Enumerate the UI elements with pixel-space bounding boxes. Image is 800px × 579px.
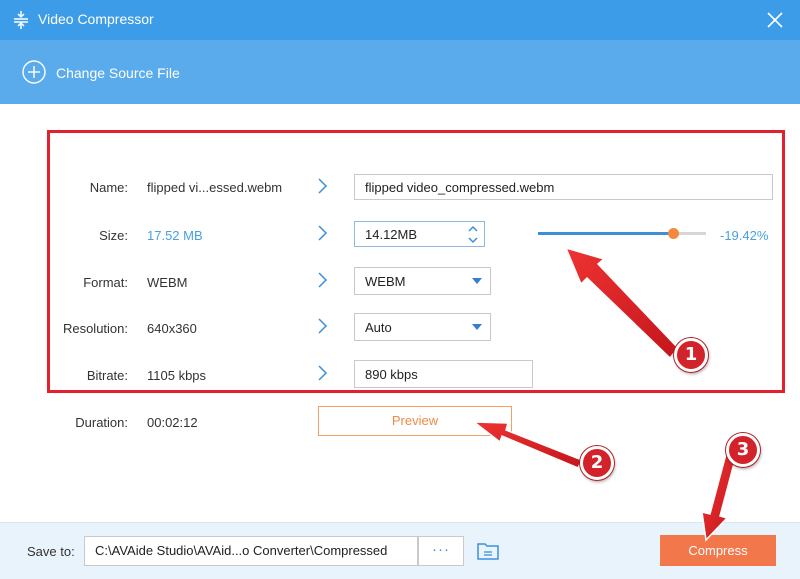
bitrate-label: Bitrate: (86, 368, 128, 383)
compress-icon (14, 11, 28, 29)
size-slider-thumb[interactable] (668, 228, 679, 239)
name-label: Name: (89, 180, 128, 195)
size-label: Size: (99, 228, 128, 243)
step-badge-3: 3 (726, 433, 760, 467)
size-stepper[interactable]: 14.12MB (354, 221, 485, 247)
resolution-select[interactable]: Auto (354, 313, 491, 341)
dropdown-arrow-icon (472, 278, 482, 284)
step-badge-2: 2 (580, 446, 614, 480)
chevron-right-icon (318, 225, 328, 241)
output-name-input[interactable]: flipped video_compressed.webm (354, 174, 773, 200)
original-bitrate: 1105 kbps (147, 368, 207, 383)
dropdown-arrow-icon (472, 324, 482, 330)
format-select[interactable]: WEBM (354, 267, 491, 295)
original-size: 17.52 MB (147, 228, 203, 243)
original-resolution: 640x360 (147, 321, 197, 336)
chevron-right-icon (318, 318, 328, 334)
original-name: flipped vi...essed.webm (147, 180, 283, 195)
spin-down-icon[interactable] (468, 235, 478, 245)
size-slider[interactable] (538, 232, 706, 235)
browse-button[interactable]: ··· (418, 536, 464, 566)
compress-button[interactable]: Compress (660, 535, 776, 566)
add-circle-icon[interactable] (22, 60, 46, 84)
duration-value: 00:02:12 (147, 415, 198, 430)
original-format: WEBM (147, 275, 188, 290)
title-bar: Video Compressor (0, 0, 800, 40)
save-path-field[interactable]: C:\AVAide Studio\AVAid...o Converter\Com… (84, 536, 418, 566)
step-badge-1: 1 (674, 338, 708, 372)
resolution-label: Resolution: (62, 321, 128, 336)
chevron-right-icon (318, 365, 328, 381)
format-select-value: WEBM (365, 273, 406, 289)
size-slider-fill (538, 232, 673, 235)
change-source-file-button[interactable]: Change Source File (56, 65, 180, 81)
open-folder-icon[interactable] (476, 540, 500, 562)
arrow-1 (564, 246, 679, 360)
size-reduction-percent: -19.42% (720, 228, 769, 243)
spin-up-icon[interactable] (468, 224, 478, 234)
bitrate-input-value: 890 kbps (365, 366, 418, 382)
size-stepper-value: 14.12MB (365, 226, 418, 242)
chevron-right-icon (318, 272, 328, 288)
output-name-value: flipped video_compressed.webm (365, 179, 555, 195)
bitrate-input[interactable]: 890 kbps (354, 360, 533, 388)
close-icon[interactable] (764, 9, 786, 31)
source-bar: Change Source File (0, 40, 800, 104)
save-to-label: Save to: (27, 544, 75, 559)
window-title: Video Compressor (38, 11, 154, 27)
format-label: Format: (83, 275, 128, 290)
duration-label: Duration: (75, 415, 128, 430)
chevron-right-icon (318, 178, 328, 194)
preview-button[interactable]: Preview (318, 406, 512, 436)
resolution-select-value: Auto (365, 319, 392, 335)
